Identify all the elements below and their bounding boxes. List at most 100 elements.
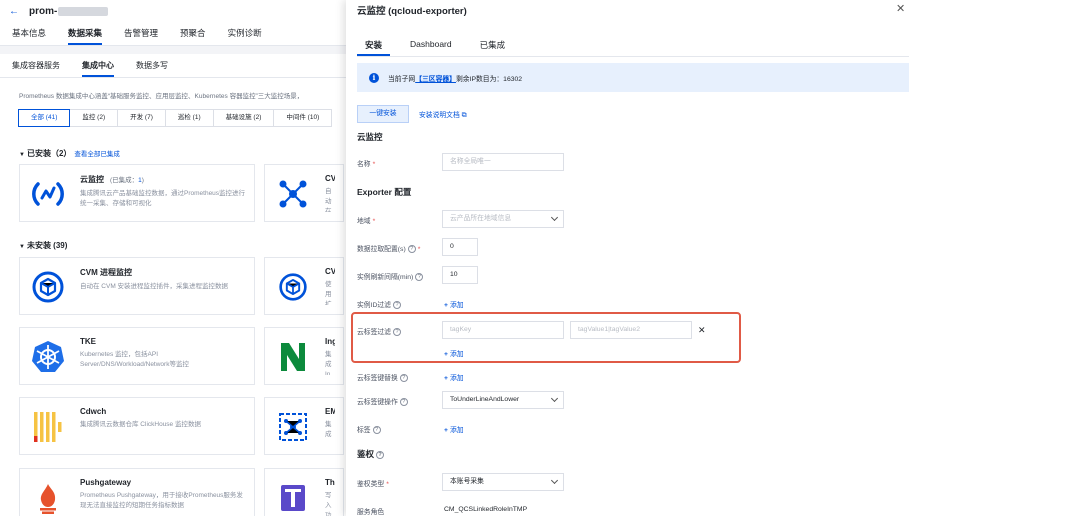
plugin-name: 云监控: [80, 175, 104, 184]
thanos-icon: [273, 478, 313, 516]
auth-type-label: 鉴权类型 *: [357, 481, 389, 488]
tab-diagnosis[interactable]: 实例诊断: [228, 27, 262, 45]
filter-monitoring[interactable]: 监控 (2): [69, 109, 119, 127]
tab-dashboard[interactable]: Dashboard: [402, 36, 460, 56]
tab-pre-aggregation[interactable]: 预聚合: [180, 27, 206, 45]
help-icon[interactable]: ?: [392, 328, 401, 337]
section-cloud-monitor: 云监控: [357, 132, 383, 142]
plugin-description: Prometheus Pushgateway，用于接收Prometheus服务发…: [80, 492, 243, 509]
service-role-value: CM_QCSLinkedRoleInTMP: [444, 506, 528, 513]
caret-down-icon[interactable]: ▼: [19, 152, 25, 158]
plugin-name: CVM: [325, 174, 335, 183]
tab-integrated[interactable]: 已集成: [472, 36, 514, 56]
add-tag-replace-link[interactable]: + 添加: [444, 372, 464, 382]
install-doc-link[interactable]: 安装说明文档 ⧉: [419, 109, 467, 120]
tag-replace-label: 云标签键替换?: [357, 372, 408, 383]
plugin-card-tke[interactable]: TKE Kubernetes 监控，包括API Server/DNS/Workl…: [19, 327, 255, 385]
help-icon[interactable]: ?: [376, 450, 385, 459]
filter-inspection[interactable]: 巡检 (1): [164, 109, 214, 127]
filter-middleware[interactable]: 中间件 (10): [273, 109, 333, 127]
plugin-card-emr[interactable]: EMR 集成: [264, 397, 344, 455]
plugins-row: CVM 进程监控 自动在 CVM 安装进程监控插件，采集进程监控数据 CVM 使…: [19, 257, 346, 315]
tag-value-input[interactable]: tagValue1|tagValue2: [570, 321, 692, 339]
instance-title: prom-: [29, 5, 58, 17]
one-click-install-button[interactable]: 一键安装: [357, 105, 409, 123]
subnet-zone-link[interactable]: 【三区容器】: [415, 73, 456, 83]
name-input[interactable]: 名称全局唯一: [442, 153, 564, 171]
section-auth: 鉴权?: [357, 448, 385, 460]
plugin-name: Cdwch: [80, 407, 107, 416]
plus-icon: +: [444, 427, 448, 434]
add-tag-filter-link[interactable]: + 添加: [444, 348, 464, 358]
plugin-description: 自动在 CVM 安装进程监控插件，采集进程监控数据: [80, 283, 229, 290]
help-icon[interactable]: ?: [399, 398, 408, 407]
plugin-card-pushgateway[interactable]: Pushgateway Prometheus Pushgateway，用于接收P…: [19, 468, 255, 516]
arrow-left-icon[interactable]: ←: [9, 6, 19, 17]
drawer-title: 云监控 (qcloud-exporter): [357, 6, 467, 17]
plugin-card-cdwch[interactable]: Cdwch 集成腾讯云数据仓库 ClickHouse 监控数据: [19, 397, 255, 455]
plus-icon: +: [444, 302, 448, 309]
labels-label: 标签?: [357, 424, 381, 435]
subnet-notice: i 当前子网 【三区容器】 剩余IP数目为：16302: [357, 63, 909, 92]
nginx-icon: [273, 337, 313, 377]
cloud-monitor-icon: [28, 174, 68, 214]
category-filters: 全部 (41) 监控 (2) 开发 (7) 巡检 (1) 基础设施 (2) 中间…: [0, 100, 346, 127]
region-label: 地域 *: [357, 218, 376, 225]
empty-area: [920, 0, 1080, 516]
tab-container-service[interactable]: 集成容器服务: [12, 54, 60, 77]
tag-key-input[interactable]: tagKey: [442, 321, 564, 339]
kubernetes-icon: [28, 337, 68, 377]
help-icon[interactable]: ?: [372, 426, 381, 435]
tab-data-collection[interactable]: 数据采集: [68, 27, 103, 45]
plugin-description: 自动在: [325, 188, 332, 212]
plugin-card-cvm[interactable]: CVM 自动在: [264, 164, 344, 222]
installed-heading: ▼ 已安装（2） 查看全部已集成: [19, 149, 120, 158]
plugin-description: 集成腾讯云数据仓库 ClickHouse 监控数据: [80, 421, 201, 428]
region-select[interactable]: 云产品所在地域信息: [442, 210, 564, 228]
integration-card: 集成容器服务 集成中心 数据多写 Prometheus 数据集成中心涵盖“基础服…: [0, 54, 346, 516]
remove-tag-icon[interactable]: ✕: [698, 325, 706, 336]
plus-icon: +: [444, 351, 448, 358]
drawer-tabs: 安装 Dashboard 已集成: [357, 36, 909, 57]
filter-development[interactable]: 开发 (7): [117, 109, 166, 127]
close-icon[interactable]: ✕: [896, 2, 905, 15]
plugin-card-cvm-process[interactable]: CVM 进程监控 自动在 CVM 安装进程监控插件，采集进程监控数据: [19, 257, 255, 315]
filter-all[interactable]: 全部 (41): [18, 109, 71, 127]
plugin-name: CVM 进程监控: [80, 268, 132, 277]
info-icon: i: [369, 72, 379, 83]
plugin-card-thanos[interactable]: Thano 写入功: [264, 468, 344, 516]
add-instance-filter-link[interactable]: + 添加: [444, 299, 464, 309]
plugin-description: 写入功: [325, 492, 332, 516]
integration-description: Prometheus 数据集成中心涵盖“基础服务监控、应用层监控、Kuberne…: [19, 93, 304, 100]
plugins-row: TKE Kubernetes 监控，包括API Server/DNS/Workl…: [19, 327, 346, 385]
emr-icon: [273, 407, 313, 447]
tab-integration-center[interactable]: 集成中心: [82, 54, 114, 77]
plugin-description: 集成 In: [325, 351, 332, 375]
plus-icon: +: [444, 375, 448, 382]
refresh-interval-input[interactable]: 10: [442, 266, 478, 284]
plugin-description: 使用扩 采集 no: [325, 281, 332, 305]
tab-basic-info[interactable]: 基本信息: [12, 27, 46, 45]
tag-filter-label: 云标签过滤?: [357, 326, 401, 337]
view-all-installed-link[interactable]: 查看全部已集成: [74, 151, 120, 158]
help-icon[interactable]: ?: [392, 301, 401, 310]
plugin-card-ingress[interactable]: Ingre 集成 In: [264, 327, 344, 385]
help-icon[interactable]: ?: [399, 374, 408, 383]
scrape-interval-input[interactable]: 0: [442, 238, 478, 256]
tab-multi-write[interactable]: 数据多写: [136, 54, 168, 77]
plugin-card-cvm-2[interactable]: CVM 使用扩 采集 no: [264, 257, 344, 315]
integrated-count: (已集成：1): [110, 177, 144, 184]
help-icon[interactable]: ?: [407, 245, 416, 254]
plugin-card-cloud-monitor[interactable]: 云监控 (已集成：1) 集成腾讯云产品基础监控数据，通过Prometheus监控进…: [19, 164, 255, 222]
auth-type-select[interactable]: 本账号采集: [442, 473, 564, 491]
add-label-link[interactable]: + 添加: [444, 424, 464, 434]
tab-alerting[interactable]: 告警管理: [124, 27, 158, 45]
tab-install[interactable]: 安装: [357, 36, 391, 56]
help-icon[interactable]: ?: [415, 273, 424, 282]
instance-filter-label: 实例ID过滤?: [357, 299, 401, 310]
filter-infrastructure[interactable]: 基础设施 (2): [212, 109, 275, 127]
tag-operation-select[interactable]: ToUnderLineAndLower: [442, 391, 564, 409]
caret-down-icon[interactable]: ▼: [19, 244, 25, 250]
redacted-title: [58, 6, 109, 16]
scrape-config-label: 数据拉取配置(s)? *: [357, 245, 421, 254]
